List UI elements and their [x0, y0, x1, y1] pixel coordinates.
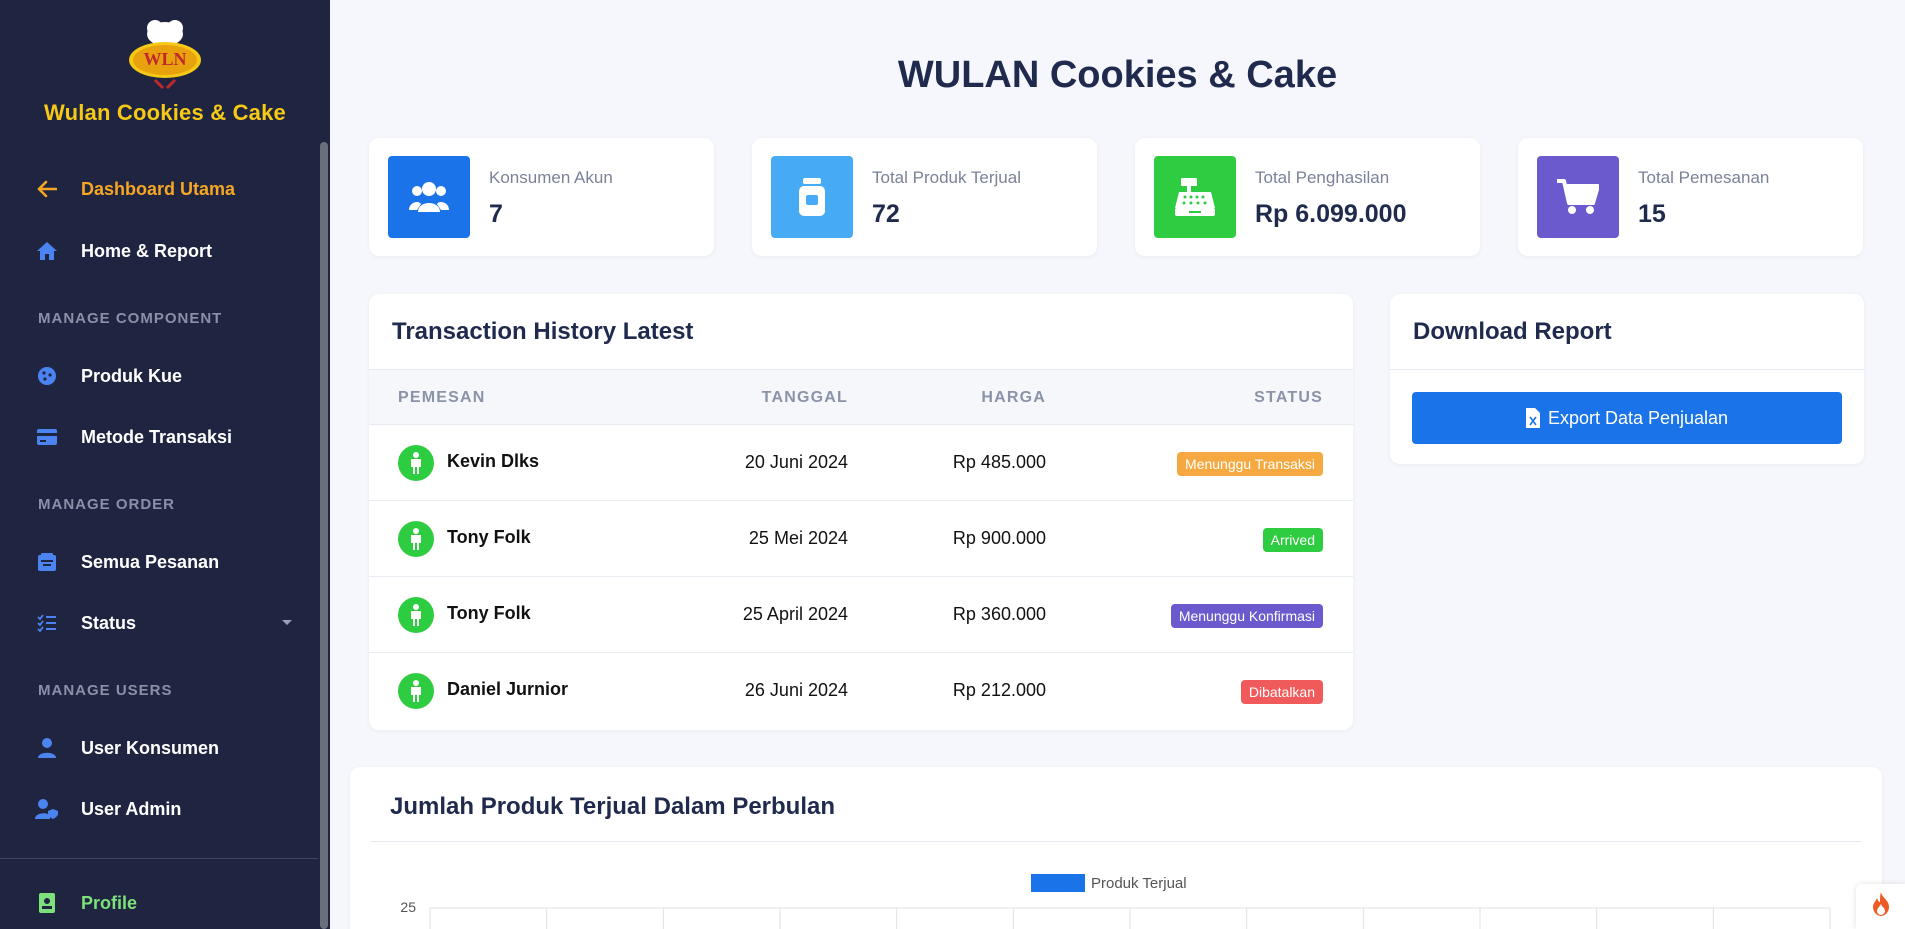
sidebar: WLN Wulan Cookies & Cake Dashboard Utama… — [0, 0, 330, 929]
column-header-harga[interactable]: HARGA — [981, 389, 1046, 407]
svg-text:WLN: WLN — [143, 49, 186, 69]
id-badge-icon — [35, 891, 59, 915]
person-icon — [398, 445, 434, 481]
arrow-left-icon — [35, 177, 59, 201]
cart-icon — [1537, 156, 1619, 238]
person-icon — [398, 521, 434, 557]
person-icon — [398, 673, 434, 709]
stat-value: 72 — [872, 200, 900, 228]
y-tick-label: 25 — [400, 899, 416, 915]
user-shield-icon — [35, 797, 59, 821]
home-icon — [35, 239, 59, 263]
transaction-price: Rp 485.000 — [952, 452, 1046, 472]
table-header: PEMESAN TANGGAL HARGA STATUS — [369, 369, 1353, 425]
sidebar-item-home[interactable]: Home & Report — [0, 231, 318, 271]
card-divider — [1390, 369, 1864, 370]
sidebar-item-admin[interactable]: User Admin — [0, 789, 318, 829]
sidebar-item-label: Home & Report — [81, 240, 213, 261]
transaction-history-card: Transaction History Latest PEMESAN TANGG… — [369, 294, 1353, 730]
person-icon — [398, 597, 434, 633]
stat-label: Total Penghasilan — [1255, 168, 1390, 187]
bar-chart: 25 — [400, 899, 1831, 929]
sidebar-item-label: Status — [81, 612, 137, 633]
customer-name: Kevin Dlks — [447, 451, 540, 471]
table-row[interactable]: Tony Folk 25 April 2024 Rp 360.000 Menun… — [369, 577, 1353, 653]
column-header-tanggal[interactable]: TANGGAL — [762, 389, 848, 407]
sidebar-item-label: Profile — [81, 892, 138, 913]
export-button-label: Export Data Penjualan — [1547, 407, 1729, 428]
sidebar-divider — [0, 858, 318, 859]
status-badge: Dibatalkan — [1240, 680, 1323, 704]
transaction-date: 26 Juni 2024 — [744, 680, 848, 700]
file-excel-icon — [1525, 408, 1540, 428]
sidebar-item-label: Dashboard Utama — [81, 178, 236, 199]
sidebar-item-konsumen[interactable]: User Konsumen — [0, 728, 318, 768]
page-title: WULAN Cookies & Cake — [897, 54, 1338, 96]
status-badge: Menunggu Transaksi — [1177, 452, 1323, 476]
card-title: Transaction History Latest — [392, 318, 694, 345]
card-divider — [370, 841, 1862, 842]
credit-card-icon — [35, 425, 59, 449]
stat-card-pemesanan: Total Pemesanan 15 — [1518, 138, 1863, 256]
transaction-price: Rp 900.000 — [952, 528, 1046, 548]
user-icon — [35, 736, 59, 760]
transaction-date: 25 Mei 2024 — [748, 528, 848, 548]
fire-button[interactable] — [1856, 884, 1905, 929]
status-badge: Arrived — [1262, 528, 1323, 552]
download-report-card: Download Report Export Data Penjualan — [1390, 294, 1864, 464]
list-check-icon — [35, 611, 59, 635]
status-badge: Menunggu Konfirmasi — [1170, 604, 1323, 628]
transaction-date: 20 Juni 2024 — [744, 452, 848, 472]
sidebar-item-label: User Konsumen — [81, 737, 220, 758]
jar-icon — [771, 156, 853, 238]
users-icon — [388, 156, 470, 238]
brand-name: Wulan Cookies & Cake — [44, 100, 286, 125]
logo: WLN — [129, 20, 201, 90]
customer-name: Tony Folk — [447, 527, 531, 547]
cash-register-icon — [1154, 156, 1236, 238]
section-label: MANAGE USERS — [38, 682, 173, 699]
sidebar-item-label: Produk Kue — [81, 365, 183, 386]
sidebar-item-label: Semua Pesanan — [81, 551, 220, 572]
chevron-down-icon — [282, 620, 292, 625]
section-label: MANAGE COMPONENT — [38, 310, 223, 327]
sidebar-item-profile[interactable]: Profile — [0, 883, 318, 923]
sidebar-item-produk[interactable]: Produk Kue — [0, 356, 318, 396]
transaction-price: Rp 360.000 — [952, 604, 1046, 624]
column-header-status[interactable]: STATUS — [1254, 389, 1323, 407]
stat-label: Konsumen Akun — [489, 168, 613, 187]
chart-card: Jumlah Produk Terjual Dalam Perbulan Pro… — [350, 767, 1882, 929]
stat-label: Total Produk Terjual — [872, 168, 1021, 187]
chart-title: Jumlah Produk Terjual Dalam Perbulan — [390, 793, 836, 820]
customer-name: Daniel Jurnior — [447, 679, 569, 699]
fire-icon — [1872, 892, 1890, 921]
sidebar-item-pesanan[interactable]: Semua Pesanan — [0, 542, 318, 582]
table-row[interactable]: Daniel Jurnior 26 Juni 2024 Rp 212.000 D… — [369, 653, 1353, 729]
table-row[interactable]: Kevin Dlks 20 Juni 2024 Rp 485.000 Menun… — [369, 425, 1353, 501]
section-label: MANAGE ORDER — [38, 496, 176, 513]
sidebar-scrollbar-thumb[interactable] — [320, 142, 328, 929]
sidebar-item-dashboard[interactable]: Dashboard Utama — [0, 169, 318, 209]
transaction-price: Rp 212.000 — [952, 680, 1046, 700]
sidebar-item-status[interactable]: Status — [0, 603, 318, 643]
stat-value: Rp 6.099.000 — [1255, 200, 1407, 228]
stat-card-penghasilan: Total Penghasilan Rp 6.099.000 — [1135, 138, 1480, 256]
table-row[interactable]: Tony Folk 25 Mei 2024 Rp 900.000 Arrived — [369, 501, 1353, 577]
brand[interactable]: WLN Wulan Cookies & Cake — [0, 14, 330, 126]
stat-value: 7 — [489, 200, 503, 228]
sidebar-item-metode[interactable]: Metode Transaksi — [0, 417, 318, 457]
cookie-icon — [35, 364, 59, 388]
sidebar-item-label: Metode Transaksi — [81, 426, 233, 447]
card-title: Download Report — [1413, 318, 1612, 345]
inbox-icon — [35, 550, 59, 574]
customer-name: Tony Folk — [447, 603, 531, 623]
stat-label: Total Pemesanan — [1638, 168, 1770, 187]
stat-value: 15 — [1638, 200, 1666, 228]
column-header-pemesan[interactable]: PEMESAN — [398, 389, 486, 407]
stat-card-konsumen: Konsumen Akun 7 — [369, 138, 714, 256]
sidebar-item-label: User Admin — [81, 798, 182, 819]
transaction-date: 25 April 2024 — [742, 604, 848, 624]
stat-card-produk: Total Produk Terjual 72 — [752, 138, 1097, 256]
export-button[interactable]: Export Data Penjualan — [1412, 392, 1842, 444]
